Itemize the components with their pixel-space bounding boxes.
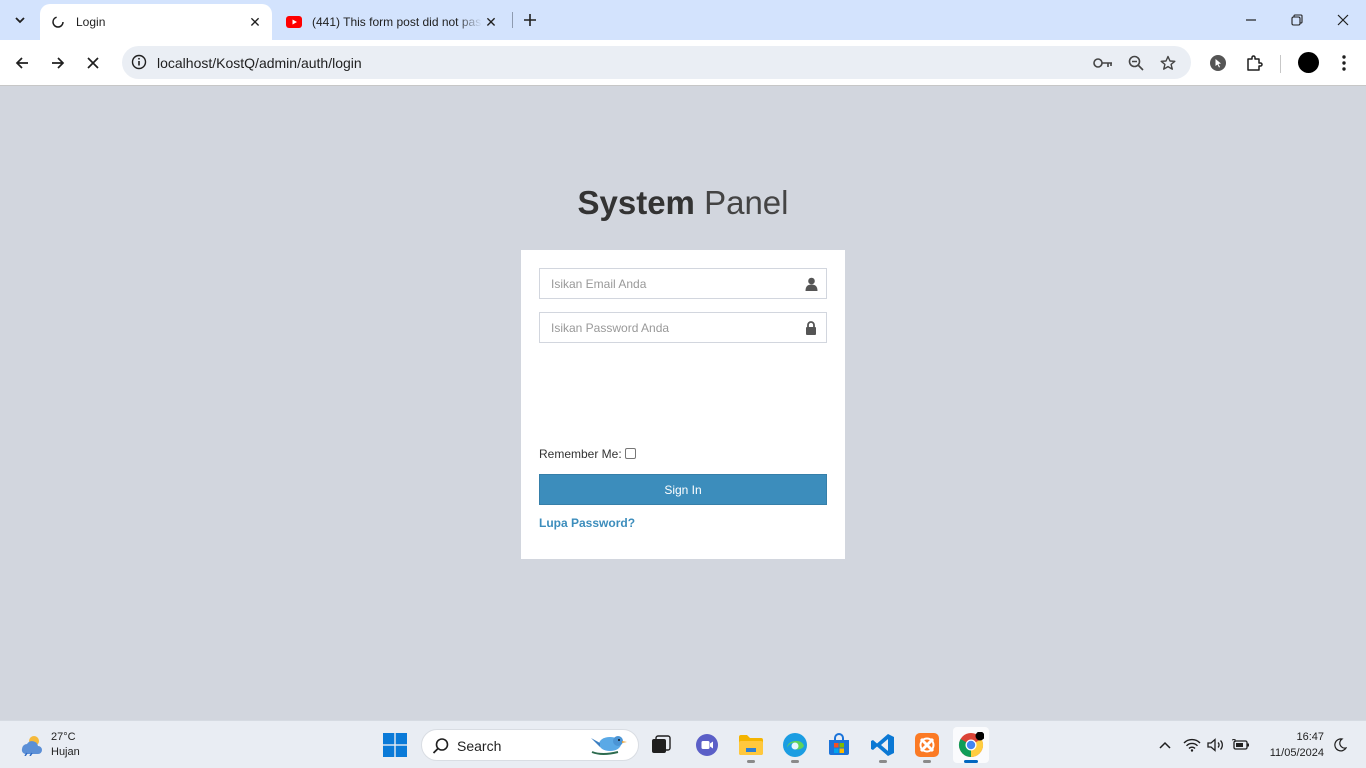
minimize-icon — [1246, 19, 1256, 21]
remember-me-label: Remember Me: — [539, 447, 622, 461]
lock-icon — [804, 320, 818, 335]
zoom-icon[interactable] — [1125, 52, 1147, 74]
user-icon — [804, 276, 818, 291]
minimize-button[interactable] — [1228, 0, 1274, 40]
password-field[interactable] — [540, 313, 790, 342]
battery-icon[interactable] — [1231, 735, 1251, 755]
teams-chat-button[interactable] — [689, 727, 725, 763]
xampp-icon — [915, 733, 939, 757]
quiet-hours-moon-icon[interactable] — [1330, 735, 1350, 755]
running-indicator — [923, 760, 931, 763]
xampp-button[interactable] — [909, 727, 945, 763]
close-icon — [87, 57, 99, 69]
store-icon — [829, 733, 849, 755]
start-button[interactable] — [377, 727, 413, 763]
running-indicator — [879, 760, 887, 763]
plus-icon — [524, 14, 536, 26]
tab-youtube[interactable]: (441) This form post did not pass ✕ — [276, 4, 508, 40]
clock-time: 16:47 — [1296, 731, 1324, 743]
logo-light-text: Panel — [704, 184, 789, 221]
close-icon[interactable]: ✕ — [482, 13, 500, 31]
wifi-icon[interactable] — [1182, 735, 1202, 755]
remember-me-checkbox[interactable] — [624, 447, 636, 459]
volume-icon[interactable] — [1206, 735, 1226, 755]
chevron-up-icon — [1159, 741, 1171, 749]
bookmark-star-icon[interactable] — [1157, 52, 1179, 74]
more-vertical-icon — [1342, 55, 1346, 71]
chat-icon — [696, 734, 718, 756]
close-window-button[interactable] — [1320, 0, 1366, 40]
search-icon — [432, 738, 449, 754]
forward-button[interactable] — [43, 48, 73, 78]
clock-date: 11/05/2024 — [1269, 747, 1324, 759]
chevron-down-icon — [15, 17, 25, 24]
youtube-icon — [286, 14, 302, 30]
address-bar[interactable]: localhost/KostQ/admin/auth/login — [122, 46, 1191, 79]
profile-avatar[interactable] — [1298, 52, 1319, 73]
chrome-menu-button[interactable] — [1329, 48, 1359, 78]
puzzle-icon — [1247, 55, 1263, 71]
weather-widget[interactable]: 27°C Hujan — [16, 729, 96, 761]
edge-browser-icon — [783, 733, 807, 757]
chrome-button[interactable] — [953, 727, 989, 763]
weather-temperature: 27°C — [51, 731, 76, 743]
password-field-wrapper — [539, 312, 827, 343]
email-field-wrapper — [539, 268, 827, 299]
running-indicator — [747, 760, 755, 763]
file-explorer-button[interactable] — [733, 727, 769, 763]
tab-search-button[interactable] — [8, 7, 32, 33]
browser-tab-strip: Login ✕ (441) This form post did not pas… — [0, 0, 1366, 40]
close-icon[interactable]: ✕ — [246, 13, 264, 31]
active-indicator — [964, 760, 978, 763]
task-view-icon — [652, 735, 671, 753]
browser-toolbar: localhost/KostQ/admin/auth/login — [0, 40, 1366, 86]
back-button[interactable] — [7, 48, 37, 78]
extensions-button[interactable] — [1239, 48, 1269, 78]
restore-icon — [1291, 14, 1303, 26]
arrow-right-icon — [52, 57, 65, 69]
password-key-icon[interactable] — [1092, 52, 1114, 74]
running-indicator — [791, 760, 799, 763]
tab-title: Login — [76, 15, 106, 29]
show-hidden-icons-button[interactable] — [1155, 735, 1175, 755]
remember-me: Remember Me: — [539, 447, 636, 461]
login-logo: System Panel — [0, 184, 1366, 222]
tab-separator — [512, 12, 513, 28]
close-icon — [1337, 14, 1349, 26]
tab-login[interactable]: Login ✕ — [40, 4, 272, 40]
site-info-icon[interactable] — [129, 52, 149, 72]
login-box: Remember Me: Sign In Lupa Password? — [521, 250, 845, 559]
bird-illustration-icon — [591, 736, 627, 755]
forgot-password-link[interactable]: Lupa Password? — [539, 516, 635, 530]
task-view-button[interactable] — [643, 727, 679, 763]
microsoft-store-button[interactable] — [821, 727, 857, 763]
vscode-button[interactable] — [865, 727, 901, 763]
stop-loading-button[interactable] — [78, 48, 108, 78]
email-field[interactable] — [540, 269, 790, 298]
cursor-extension-icon — [1210, 55, 1226, 71]
new-tab-button[interactable] — [519, 9, 541, 31]
windows-taskbar: 27°C Hujan Search 16:47 11/05/2024 — [0, 720, 1366, 768]
chrome-icon — [958, 732, 984, 757]
rain-cloud-icon — [21, 736, 42, 756]
search-label: Search — [457, 738, 502, 754]
system-clock[interactable]: 16:47 11/05/2024 — [1254, 729, 1324, 761]
loading-favicon-icon — [50, 14, 66, 30]
tab-title: (441) This form post did not pass — [312, 15, 482, 29]
sign-in-button[interactable]: Sign In — [539, 474, 827, 505]
edge-button[interactable] — [777, 727, 813, 763]
logo-bold-text: System — [577, 184, 695, 221]
vscode-icon — [871, 734, 894, 756]
restore-button[interactable] — [1274, 0, 1320, 40]
windows-logo-icon — [383, 733, 407, 757]
arrow-left-icon — [15, 57, 28, 69]
folder-icon — [739, 735, 763, 755]
url-text: localhost/KostQ/admin/auth/login — [157, 55, 362, 71]
taskbar-search[interactable]: Search — [421, 729, 639, 761]
toolbar-separator — [1280, 55, 1281, 73]
weather-condition: Hujan — [51, 746, 80, 758]
extension-button[interactable] — [1203, 48, 1233, 78]
